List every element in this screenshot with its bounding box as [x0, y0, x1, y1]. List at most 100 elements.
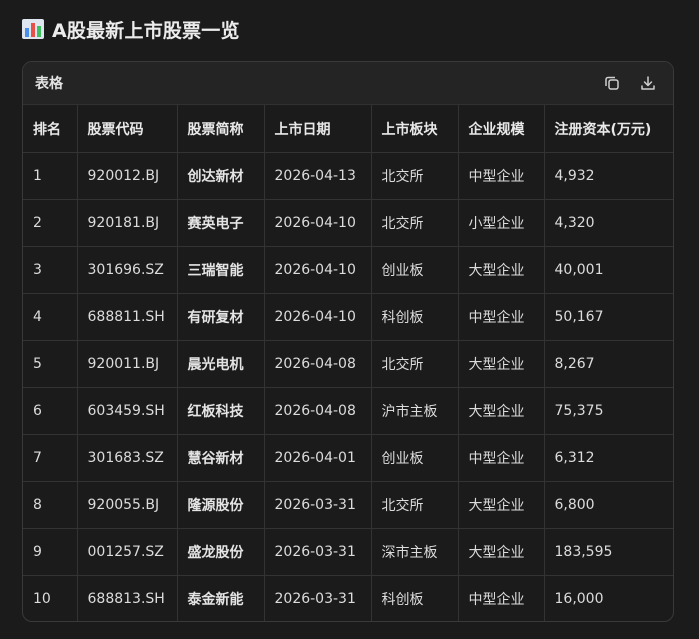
page-title: A股最新上市股票一览 [52, 19, 240, 42]
cell-name: 创达新材 [177, 152, 265, 200]
cell-listing-date: 2026-04-08 [264, 387, 372, 435]
cell-rank: 1 [23, 152, 78, 200]
cell-board: 北交所 [371, 481, 459, 529]
cell-name: 赛英电子 [177, 199, 265, 247]
cell-capital: 40,001 [544, 246, 673, 294]
download-icon [641, 76, 655, 90]
cell-capital: 8,267 [544, 340, 673, 388]
cell-name: 泰金新能 [177, 575, 265, 621]
table-row: 3 301696.SZ 三瑞智能 2026-04-10 创业板 大型企业 40,001 [23, 246, 673, 294]
cell-name: 红板科技 [177, 387, 265, 435]
cell-rank: 2 [23, 199, 78, 247]
page-title-row: A股最新上市股票一览 [22, 14, 240, 44]
cell-rank: 4 [23, 293, 78, 341]
cell-code: 301696.SZ [77, 246, 178, 294]
cell-capital: 50,167 [544, 293, 673, 341]
cell-listing-date: 2026-04-01 [264, 434, 372, 482]
column-header-listing-date[interactable]: 上市日期 [264, 105, 372, 153]
table-row: 7 301683.SZ 慧谷新材 2026-04-01 创业板 中型企业 6,312 [23, 434, 673, 482]
cell-code: 688811.SH [77, 293, 178, 341]
column-header-board[interactable]: 上市板块 [371, 105, 459, 153]
cell-code: 603459.SH [77, 387, 178, 435]
cell-listing-date: 2026-04-10 [264, 293, 372, 341]
table-row: 2 920181.BJ 赛英电子 2026-04-10 北交所 小型企业 4,320 [23, 199, 673, 247]
table-row: 6 603459.SH 红板科技 2026-04-08 沪市主板 大型企业 75,375 [23, 387, 673, 435]
cell-name: 三瑞智能 [177, 246, 265, 294]
column-header-scale[interactable]: 企业规模 [458, 105, 545, 153]
cell-code: 001257.SZ [77, 528, 178, 576]
cell-scale: 小型企业 [458, 199, 545, 247]
stock-table: 排名 股票代码 股票简称 上市日期 上市板块 企业规模 注册资本(万元) 1 92… [23, 105, 673, 621]
cell-board: 创业板 [371, 434, 459, 482]
panel-header: 表格 [23, 62, 673, 105]
column-header-name[interactable]: 股票简称 [177, 105, 265, 153]
cell-capital: 75,375 [544, 387, 673, 435]
table-row: 9 001257.SZ 盛龙股份 2026-03-31 深市主板 大型企业 183,595 [23, 528, 673, 576]
table-header-row: 排名 股票代码 股票简称 上市日期 上市板块 企业规模 注册资本(万元) [23, 105, 673, 153]
cell-capital: 183,595 [544, 528, 673, 576]
cell-board: 深市主板 [371, 528, 459, 576]
cell-code: 920181.BJ [77, 199, 178, 247]
copy-button[interactable] [601, 72, 623, 94]
cell-scale: 中型企业 [458, 152, 545, 200]
cell-capital: 4,320 [544, 199, 673, 247]
cell-listing-date: 2026-03-31 [264, 528, 372, 576]
cell-rank: 7 [23, 434, 78, 482]
cell-code: 301683.SZ [77, 434, 178, 482]
table-row: 10 688813.SH 泰金新能 2026-03-31 科创板 中型企业 16,000 [23, 575, 673, 621]
column-header-rank[interactable]: 排名 [23, 105, 78, 153]
cell-board: 北交所 [371, 199, 459, 247]
table-panel: 表格 排名 股票代码 股票简称 上市日期 上市板块 企业规模 注册资本(万元) … [22, 61, 674, 622]
cell-scale: 大型企业 [458, 387, 545, 435]
table-row: 1 920012.BJ 创达新材 2026-04-13 北交所 中型企业 4,932 [23, 152, 673, 200]
copy-icon [605, 76, 619, 90]
column-header-capital[interactable]: 注册资本(万元) [544, 105, 673, 153]
cell-code: 920011.BJ [77, 340, 178, 388]
cell-rank: 9 [23, 528, 78, 576]
cell-scale: 中型企业 [458, 575, 545, 621]
cell-board: 科创板 [371, 293, 459, 341]
cell-capital: 4,932 [544, 152, 673, 200]
cell-board: 创业板 [371, 246, 459, 294]
cell-name: 慧谷新材 [177, 434, 265, 482]
cell-board: 北交所 [371, 340, 459, 388]
table-row: 5 920011.BJ 晨光电机 2026-04-08 北交所 大型企业 8,267 [23, 340, 673, 388]
panel-label: 表格 [35, 76, 63, 92]
cell-name: 盛龙股份 [177, 528, 265, 576]
cell-scale: 大型企业 [458, 481, 545, 529]
cell-scale: 中型企业 [458, 434, 545, 482]
table-body: 1 920012.BJ 创达新材 2026-04-13 北交所 中型企业 4,932 2 920… [23, 152, 673, 621]
cell-board: 科创板 [371, 575, 459, 621]
panel-actions [601, 72, 659, 94]
cell-listing-date: 2026-04-10 [264, 199, 372, 247]
cell-rank: 8 [23, 481, 78, 529]
cell-code: 920055.BJ [77, 481, 178, 529]
cell-code: 688813.SH [77, 575, 178, 621]
cell-rank: 6 [23, 387, 78, 435]
cell-scale: 大型企业 [458, 340, 545, 388]
cell-name: 晨光电机 [177, 340, 265, 388]
cell-listing-date: 2026-04-13 [264, 152, 372, 200]
cell-code: 920012.BJ [77, 152, 178, 200]
download-button[interactable] [637, 72, 659, 94]
table-row: 4 688811.SH 有研复材 2026-04-10 科创板 中型企业 50,167 [23, 293, 673, 341]
cell-listing-date: 2026-03-31 [264, 575, 372, 621]
cell-rank: 10 [23, 575, 78, 621]
cell-board: 沪市主板 [371, 387, 459, 435]
cell-capital: 6,312 [544, 434, 673, 482]
cell-listing-date: 2026-04-10 [264, 246, 372, 294]
cell-name: 有研复材 [177, 293, 265, 341]
cell-rank: 5 [23, 340, 78, 388]
cell-listing-date: 2026-04-08 [264, 340, 372, 388]
cell-scale: 中型企业 [458, 293, 545, 341]
table-row: 8 920055.BJ 隆源股份 2026-03-31 北交所 大型企业 6,800 [23, 481, 673, 529]
cell-board: 北交所 [371, 152, 459, 200]
column-header-code[interactable]: 股票代码 [77, 105, 178, 153]
cell-scale: 大型企业 [458, 528, 545, 576]
cell-capital: 6,800 [544, 481, 673, 529]
cell-rank: 3 [23, 246, 78, 294]
cell-listing-date: 2026-03-31 [264, 481, 372, 529]
cell-capital: 16,000 [554, 591, 604, 607]
cell-scale: 大型企业 [458, 246, 545, 294]
cell-name: 隆源股份 [177, 481, 265, 529]
